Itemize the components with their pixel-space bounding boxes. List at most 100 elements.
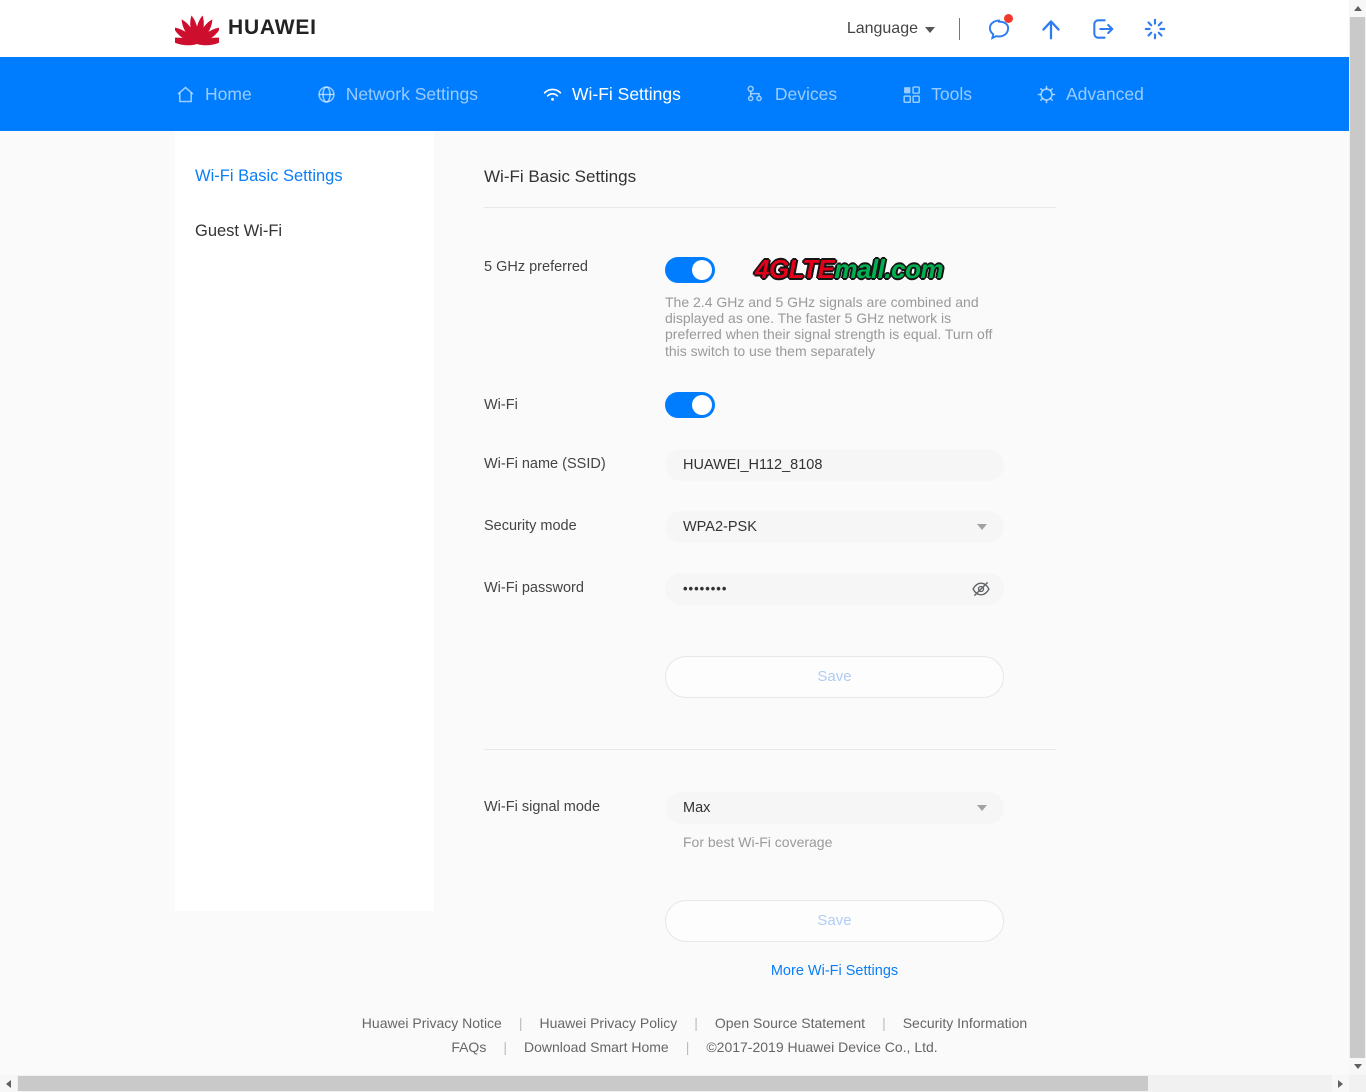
footer-link-download-smart-home[interactable]: Download Smart Home bbox=[524, 1039, 669, 1055]
footer-separator: | bbox=[519, 1015, 523, 1031]
field-label: Wi-Fi name (SSID) bbox=[484, 449, 665, 481]
footer-link-security-info[interactable]: Security Information bbox=[903, 1015, 1028, 1031]
watermark-right: mall.com bbox=[834, 254, 943, 284]
watermark: 4GLTEmall.com bbox=[755, 254, 943, 285]
nav-tab-network-settings[interactable]: Network Settings bbox=[316, 84, 478, 105]
language-label: Language bbox=[847, 20, 918, 38]
wifi-toggle[interactable] bbox=[665, 392, 715, 418]
nav-tab-devices[interactable]: Devices bbox=[745, 84, 837, 105]
more-wifi-settings-link[interactable]: More Wi-Fi Settings bbox=[665, 963, 1004, 979]
save-button-signal[interactable]: Save bbox=[665, 900, 1004, 942]
signal-mode-hint: For best Wi-Fi coverage bbox=[665, 834, 1056, 850]
footer: Huawei Privacy Notice|Huawei Privacy Pol… bbox=[40, 1015, 1349, 1055]
header: HUAWEI Language bbox=[0, 0, 1366, 57]
nav-tab-tools[interactable]: Tools bbox=[901, 84, 972, 105]
vertical-scroll-thumb[interactable] bbox=[1350, 17, 1365, 1058]
wifi-icon bbox=[542, 84, 563, 105]
brand-wordmark: HUAWEI bbox=[228, 16, 317, 40]
eye-off-icon bbox=[971, 579, 991, 599]
ssid-input[interactable] bbox=[665, 449, 1004, 481]
save-button[interactable]: Save bbox=[665, 656, 1004, 698]
nav-label: Advanced bbox=[1066, 84, 1144, 105]
chevron-down-icon bbox=[977, 805, 987, 811]
footer-separator: | bbox=[882, 1015, 886, 1031]
field-label: Wi-Fi password bbox=[484, 573, 665, 605]
sidebar-item-guest-wifi[interactable]: Guest Wi-Fi bbox=[175, 222, 434, 241]
content-area: Wi-Fi Basic Settings Guest Wi-Fi Wi-Fi B… bbox=[0, 131, 1366, 1092]
field-label: Wi-Fi signal mode bbox=[484, 792, 665, 850]
messages-button[interactable] bbox=[986, 16, 1012, 42]
nav-tab-advanced[interactable]: Advanced bbox=[1036, 84, 1144, 105]
row-signal-mode: Wi-Fi signal mode Max For best Wi-Fi cov… bbox=[484, 792, 1056, 850]
scrollbar-corner bbox=[1349, 1075, 1366, 1092]
nav-label: Home bbox=[205, 84, 252, 105]
globe-icon bbox=[316, 84, 337, 105]
footer-link-open-source[interactable]: Open Source Statement bbox=[715, 1015, 865, 1031]
toggle-knob bbox=[692, 260, 712, 280]
footer-link-privacy-policy[interactable]: Huawei Privacy Policy bbox=[540, 1015, 678, 1031]
loading-spinner-icon bbox=[1142, 16, 1168, 42]
gear-icon bbox=[1036, 84, 1057, 105]
scroll-right-button[interactable] bbox=[1332, 1075, 1349, 1092]
chevron-down-icon bbox=[925, 27, 935, 33]
nav-label: Devices bbox=[775, 84, 837, 105]
horizontal-scroll-thumb[interactable] bbox=[18, 1076, 1148, 1091]
scroll-left-button[interactable] bbox=[0, 1075, 17, 1092]
devices-icon bbox=[745, 84, 766, 105]
security-mode-select[interactable]: WPA2-PSK bbox=[665, 511, 1004, 543]
row-save-1: Save bbox=[484, 656, 1056, 698]
home-icon bbox=[175, 84, 196, 105]
field-label: Security mode bbox=[484, 511, 665, 543]
main-nav: Home Network Settings Wi-Fi Settings Dev… bbox=[0, 57, 1366, 131]
sidebar-item-wifi-basic-settings[interactable]: Wi-Fi Basic Settings bbox=[175, 167, 434, 186]
horizontal-scrollbar[interactable] bbox=[0, 1075, 1349, 1092]
copyright-text: ©2017-2019 Huawei Device Co., Ltd. bbox=[706, 1039, 937, 1055]
refresh-button[interactable] bbox=[1142, 16, 1168, 42]
toggle-knob bbox=[692, 395, 712, 415]
footer-separator: | bbox=[503, 1039, 507, 1055]
language-dropdown[interactable]: Language bbox=[847, 20, 935, 38]
section-divider bbox=[484, 207, 1056, 208]
main-panel: Wi-Fi Basic Settings 5 GHz preferred 4GL… bbox=[484, 131, 1056, 979]
scroll-down-button[interactable] bbox=[1349, 1058, 1366, 1075]
footer-link-faqs[interactable]: FAQs bbox=[451, 1039, 486, 1055]
nav-label: Wi-Fi Settings bbox=[572, 84, 681, 105]
row-security-mode: Security mode WPA2-PSK bbox=[484, 511, 1056, 543]
page-title: Wi-Fi Basic Settings bbox=[484, 167, 1056, 187]
logout-button[interactable] bbox=[1090, 16, 1116, 42]
security-mode-value: WPA2-PSK bbox=[683, 519, 757, 535]
update-button[interactable] bbox=[1038, 16, 1064, 42]
triangle-left-icon bbox=[6, 1080, 11, 1088]
nav-tab-home[interactable]: Home bbox=[175, 84, 252, 105]
vertical-scrollbar[interactable] bbox=[1349, 0, 1366, 1075]
huawei-flower-icon bbox=[175, 10, 219, 46]
password-visibility-button[interactable] bbox=[971, 579, 991, 599]
tools-icon bbox=[901, 84, 922, 105]
5ghz-description: The 2.4 GHz and 5 GHz signals are combin… bbox=[665, 294, 999, 359]
notification-dot bbox=[1004, 14, 1013, 23]
field-label: Wi-Fi bbox=[484, 392, 665, 418]
triangle-up-icon bbox=[1354, 6, 1362, 11]
section-divider bbox=[484, 749, 1056, 750]
row-wifi: Wi-Fi bbox=[484, 392, 1056, 418]
nav-tab-wifi-settings[interactable]: Wi-Fi Settings bbox=[542, 84, 681, 105]
field-label: 5 GHz preferred bbox=[484, 254, 665, 359]
triangle-right-icon bbox=[1338, 1080, 1343, 1088]
row-5ghz-preferred: 5 GHz preferred 4GLTEmall.com The 2.4 GH… bbox=[484, 254, 1056, 359]
row-ssid: Wi-Fi name (SSID) bbox=[484, 449, 1056, 481]
wifi-password-input[interactable] bbox=[665, 573, 1004, 605]
signal-mode-select[interactable]: Max bbox=[665, 792, 1004, 824]
row-wifi-password: Wi-Fi password bbox=[484, 573, 1056, 605]
chevron-down-icon bbox=[977, 524, 987, 530]
nav-label: Network Settings bbox=[346, 84, 478, 105]
header-divider bbox=[959, 18, 960, 40]
signal-mode-value: Max bbox=[683, 800, 710, 816]
nav-label: Tools bbox=[931, 84, 972, 105]
5ghz-preferred-toggle[interactable] bbox=[665, 257, 715, 283]
arrow-up-icon bbox=[1038, 16, 1064, 42]
scroll-up-button[interactable] bbox=[1349, 0, 1366, 17]
sidebar: Wi-Fi Basic Settings Guest Wi-Fi bbox=[175, 131, 434, 911]
footer-link-privacy-notice[interactable]: Huawei Privacy Notice bbox=[362, 1015, 502, 1031]
watermark-left: 4GLTE bbox=[755, 254, 834, 284]
row-save-2: Save bbox=[484, 900, 1056, 942]
